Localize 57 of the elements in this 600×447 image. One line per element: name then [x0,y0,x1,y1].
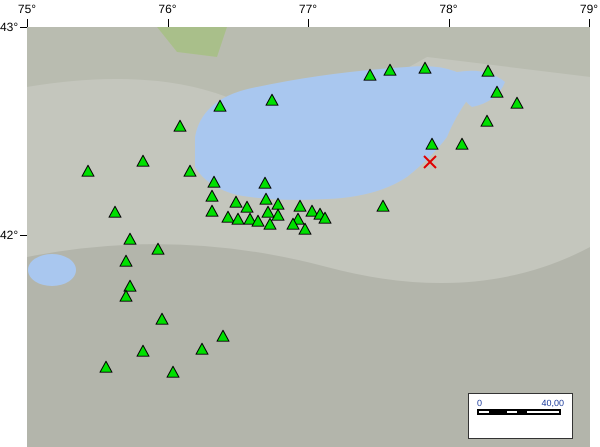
scale-bar-icon [477,409,561,415]
longitude-label: 79° [580,2,598,16]
triangle-marker [258,176,272,189]
triangle-marker [456,138,468,150]
triangle-marker [136,344,150,357]
triangle-marker [266,94,278,106]
triangle-marker [286,218,300,230]
triangle-marker [108,206,122,218]
longitude-label: 76° [158,2,177,16]
triangle-marker [418,62,432,74]
longitude-label: 78° [439,2,458,16]
triangle-marker [166,366,180,378]
scale-label: 40,00 [541,398,564,408]
triangle-marker [152,242,164,255]
scale-label: 0 [477,398,482,408]
triangle-marker [124,280,136,292]
triangle-marker [82,164,94,177]
triangle-marker [156,312,168,325]
triangle-marker [264,218,276,230]
longitude-label: 75° [18,2,36,16]
triangle-marker [426,138,438,150]
triangle-marker [376,200,390,212]
triangle-marker [206,204,218,217]
triangle-marker [318,212,332,224]
triangle-marker [136,154,150,167]
triangle-marker [120,254,132,267]
latitude-label: 43° [0,20,18,34]
triangle-marker [272,198,284,210]
triangle-marker [184,164,196,177]
longitude-label: 77° [298,2,318,16]
triangle-marker [490,86,504,98]
triangle-marker [384,64,396,76]
triangle-marker [240,200,254,213]
triangle-marker [208,176,220,188]
triangle-marker [482,64,494,77]
triangle-marker [510,96,524,109]
triangle-marker [206,190,218,202]
triangle-marker [262,206,274,218]
triangle-marker [364,68,376,81]
cross-marker [423,155,437,169]
triangle-marker [196,342,208,355]
triangle-marker [294,200,306,212]
triangle-marker [230,196,242,208]
triangle-marker [298,222,312,235]
triangle-marker [124,232,136,245]
triangle-marker [214,100,226,112]
triangle-marker [100,360,112,373]
triangle-marker [480,114,494,127]
triangle-marker [174,120,186,132]
triangle-marker [252,214,264,227]
triangle-marker [222,210,234,223]
triangle-marker [216,330,230,342]
triangle-marker [272,208,284,221]
triangle-marker [232,212,244,225]
triangle-marker [260,192,272,205]
triangle-marker [120,290,132,302]
latitude-label: 42° [0,228,18,242]
